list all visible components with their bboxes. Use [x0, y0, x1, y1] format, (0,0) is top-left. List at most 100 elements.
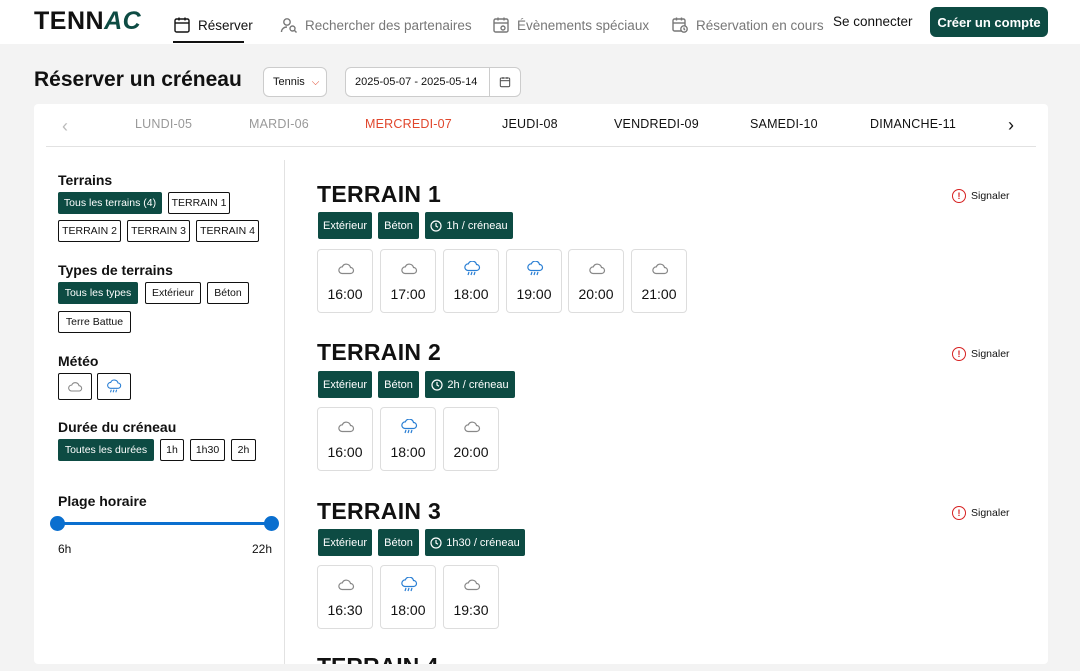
filter-meteo-rain[interactable] — [97, 373, 131, 400]
chevron-left-icon[interactable]: ‹ — [62, 116, 68, 137]
cloud-icon — [338, 263, 355, 275]
login-link[interactable]: Se connecter — [833, 14, 913, 29]
court-tag: Extérieur — [318, 529, 372, 556]
court-tag: Béton — [378, 529, 419, 556]
slot-time: 19:30 — [453, 602, 489, 618]
time-slot[interactable]: 18:00 — [380, 565, 436, 629]
clock-icon — [430, 536, 442, 549]
nav-reservation-en-cours[interactable]: Réservation en cours — [671, 16, 824, 34]
slider-handle-min[interactable] — [50, 516, 65, 531]
booking-card: ‹ LUNDI-05 MARDI-06 MERCREDI-07 JEUDI-08… — [34, 104, 1048, 664]
time-range-slider[interactable] — [58, 522, 271, 525]
filter-chip-duree-1h30[interactable]: 1h30 — [190, 439, 225, 461]
slot-time: 16:00 — [327, 444, 363, 460]
time-slot[interactable]: 20:00 — [443, 407, 499, 471]
sport-select[interactable]: Tennis ⌵ — [263, 67, 327, 97]
filter-chip-terrain-all[interactable]: Tous les terrains (4) — [58, 192, 162, 214]
court-title-partial: TERRAIN 4 — [317, 655, 517, 664]
clock-icon — [430, 219, 443, 232]
divider — [284, 160, 285, 664]
filter-chip-duree-all[interactable]: Toutes les durées — [58, 439, 154, 461]
filter-chip-type-terre-battue[interactable]: Terre Battue — [58, 311, 131, 333]
cloud-icon — [589, 263, 606, 275]
day-tab[interactable]: SAMEDI-10 — [750, 117, 818, 131]
day-tab[interactable]: MARDI-06 — [249, 117, 309, 131]
calendar-icon — [499, 77, 511, 88]
filter-chip-type-exterieur[interactable]: Extérieur — [145, 282, 201, 304]
clock-icon — [431, 378, 444, 391]
logo[interactable]: TENNAC — [34, 7, 141, 36]
cloud-icon — [338, 421, 355, 433]
calendar-icon — [174, 17, 190, 33]
alert-icon: ! — [952, 347, 966, 361]
filter-title-types: Types de terrains — [58, 262, 173, 278]
time-slot[interactable]: 16:00 — [317, 407, 373, 471]
alert-icon: ! — [952, 189, 966, 203]
court-tag-duration: 2h / créneau — [425, 371, 515, 398]
slot-time: 18:00 — [390, 444, 426, 460]
slot-time: 18:00 — [390, 602, 426, 618]
time-slot[interactable]: 18:00 — [380, 407, 436, 471]
slot-time: 19:00 — [516, 286, 552, 302]
court-tag-duration: 1h30 / créneau — [425, 529, 525, 556]
report-button[interactable]: ! Signaler — [952, 189, 1010, 203]
court-title: TERRAIN 3 — [317, 498, 442, 524]
filter-chip-terrain-2[interactable]: TERRAIN 2 — [58, 220, 121, 242]
nav-label: Réserver — [198, 17, 253, 33]
time-slot[interactable]: 20:00 — [568, 249, 624, 313]
filter-title-duree: Durée du créneau — [58, 419, 177, 435]
slot-time: 16:30 — [327, 602, 363, 618]
user-search-icon — [280, 18, 297, 33]
filter-chip-type-beton[interactable]: Béton — [207, 282, 249, 304]
court-tag: Béton — [378, 371, 419, 398]
day-tab-current[interactable]: MERCREDI-07 — [365, 117, 452, 131]
slider-handle-max[interactable] — [264, 516, 279, 531]
time-slot[interactable]: 21:00 — [631, 249, 687, 313]
create-account-button[interactable]: Créer un compte — [930, 7, 1048, 37]
filter-chip-duree-2h[interactable]: 2h — [231, 439, 256, 461]
calendar-button[interactable] — [489, 68, 520, 96]
time-slot[interactable]: 17:00 — [380, 249, 436, 313]
time-slot[interactable]: 16:00 — [317, 249, 373, 313]
slot-time: 16:00 — [327, 286, 363, 302]
report-button[interactable]: ! Signaler — [952, 347, 1010, 361]
date-range-value: 2025-05-07 - 2025-05-14 — [355, 76, 478, 88]
filter-title-meteo: Météo — [58, 353, 99, 369]
calendar-clock-icon — [672, 17, 688, 33]
day-tab[interactable]: VENDREDI-09 — [614, 117, 699, 131]
nav-evenements[interactable]: Évènements spéciaux — [492, 16, 649, 34]
cloud-icon — [338, 579, 355, 591]
nav-label: Rechercher des partenaires — [305, 17, 472, 33]
date-range-picker[interactable]: 2025-05-07 - 2025-05-14 — [345, 67, 521, 97]
time-slot[interactable]: 16:30 — [317, 565, 373, 629]
day-tab[interactable]: DIMANCHE-11 — [870, 117, 956, 131]
time-slot[interactable]: 19:30 — [443, 565, 499, 629]
page-title: Réserver un créneau — [34, 68, 242, 91]
filter-chip-terrain-1[interactable]: TERRAIN 1 — [168, 192, 230, 214]
day-tab[interactable]: LUNDI-05 — [135, 117, 192, 131]
nav-reserver[interactable]: Réserver — [173, 16, 253, 34]
filter-chip-terrain-4[interactable]: TERRAIN 4 — [196, 220, 259, 242]
court-title: TERRAIN 2 — [317, 339, 442, 365]
report-button[interactable]: ! Signaler — [952, 506, 1010, 520]
filter-chip-terrain-3[interactable]: TERRAIN 3 — [127, 220, 190, 242]
alert-icon: ! — [952, 506, 966, 520]
time-slot[interactable]: 18:00 — [443, 249, 499, 313]
court-title: TERRAIN 1 — [317, 181, 442, 207]
day-tab[interactable]: JEUDI-08 — [502, 117, 558, 131]
slot-time: 20:00 — [453, 444, 489, 460]
filter-chip-duree-1h[interactable]: 1h — [160, 439, 184, 461]
chevron-right-icon[interactable]: › — [1008, 115, 1014, 136]
nav-label: Réservation en cours — [696, 17, 824, 33]
filter-title-terrains: Terrains — [58, 172, 113, 188]
nav-partenaires[interactable]: Rechercher des partenaires — [280, 16, 472, 34]
slot-time: 18:00 — [453, 286, 489, 302]
report-label: Signaler — [971, 507, 1010, 519]
filter-chip-type-all[interactable]: Tous les types — [58, 282, 138, 304]
slider-min-label: 6h — [58, 542, 72, 556]
filter-meteo-cloud[interactable] — [58, 373, 92, 400]
report-label: Signaler — [971, 348, 1010, 360]
time-slot[interactable]: 19:00 — [506, 249, 562, 313]
chevron-down-icon: ⌵ — [311, 76, 320, 88]
top-header: TENNAC Réserver Rechercher des partenair… — [0, 0, 1080, 44]
